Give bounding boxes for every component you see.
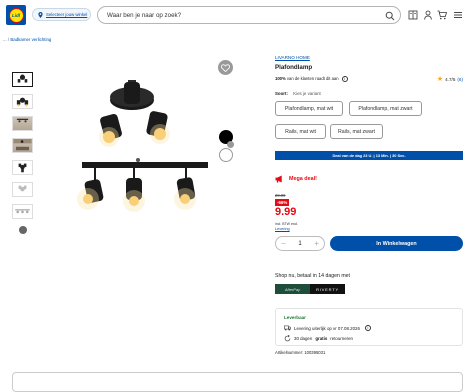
delivery-date-row: Levering uiterlijk op vr 07.08.2026 i [284,325,371,331]
delivery-box: Leverbaar Levering uiterlijk op vr 07.08… [275,308,463,346]
user-icon[interactable] [424,10,432,20]
discount-badge: -66% [275,199,290,206]
sort-label: Soort: [275,91,288,96]
more-thumbnails-icon[interactable] [19,226,27,234]
recommend-percentage: 100% [275,76,286,82]
returns-days: 30 dagen [294,336,313,341]
variant-button[interactable]: Rails, mat zwart [330,124,383,139]
variant-label: Soort: Kies je variant [275,91,321,96]
variant-button[interactable]: Plafondlamp, mat wit [275,101,343,116]
mega-deal-label: Mega deal! [275,175,317,183]
bottom-section [12,372,463,392]
quantity-stepper[interactable]: − 1 + [275,236,325,251]
thumbnail-image[interactable] [12,116,33,131]
rating-value: 4.7/5 [445,76,456,82]
thumbnail-image[interactable] [12,138,33,153]
breadcrumb: ... / Badkamer verlichting [3,37,51,42]
pay-later-text: Shop nu, betaal in 14 dagen met [275,273,350,279]
swatch-indicator [227,141,234,148]
truck-icon [284,325,291,331]
brand-link[interactable]: LIVARNO HOME [275,55,310,60]
info-icon[interactable]: i [364,325,371,331]
returns-row: 30 dagen gratis retourneren [284,335,353,342]
search-icon[interactable] [385,11,395,21]
info-icon[interactable]: i [341,76,348,82]
add-to-cart-button[interactable]: In Winkelwagen [330,236,463,251]
select-store-button[interactable]: Selecteer jouw winkel [32,8,91,21]
favorite-button[interactable] [218,60,233,75]
deal-of-day-banner: Deal van de dag 23 U. | 13 Min. | 30 Sec… [275,151,463,160]
lidl-logo[interactable]: Lidl [6,5,26,25]
minus-icon[interactable]: − [281,239,286,248]
cart-icon[interactable] [437,10,447,20]
select-store-label: Selecteer jouw winkel [46,12,88,17]
product-title: Plafondlamp [275,64,313,71]
thumbnail-image[interactable] [12,94,33,109]
recommend-label: van de klanten raadt dit aan [286,76,339,82]
return-icon [284,335,291,342]
mega-deal-text: Mega deal! [289,176,317,182]
header: Lidl Selecteer jouw winkel [0,0,475,30]
vat-note: incl. BTW excl. [275,222,299,226]
old-price: 29.99 [275,193,286,198]
star-icon: ★ [436,76,444,83]
variant-button[interactable]: Rails, mat wit [275,124,326,139]
breadcrumb-ellipsis[interactable]: ... [3,37,7,42]
article-number: Artikelnummer: 100395031 [275,350,326,355]
quantity-value[interactable]: 1 [298,241,301,247]
breadcrumb-item[interactable]: Badkamer verlichting [10,37,51,42]
afterpay-logo: AfterPay [275,284,310,294]
search-bar[interactable] [97,6,401,24]
location-pin-icon [38,11,43,18]
product-main-image[interactable] [60,60,240,220]
plus-icon[interactable]: + [314,239,319,248]
color-swatch-white[interactable] [219,148,233,162]
thumbnail-list [12,72,34,234]
megaphone-icon [275,175,282,183]
sort-hint: Kies je variant [293,91,321,96]
breadcrumb-separator: / [7,37,10,42]
riverty-logo: RIVERTY [310,284,345,294]
thumbnail-image[interactable] [12,160,33,175]
current-price: 9.99 [275,206,297,218]
thumbnail-image[interactable] [12,204,33,219]
returns-free: gratis [315,336,328,341]
recommendation-text: 100% van de klanten raadt dit aan i [275,76,348,82]
search-input[interactable] [107,9,377,22]
rating[interactable]: ★ 4.7/5 (6) [437,75,463,83]
delivery-date-text: Levering uiterlijk op vr 07.08.2026 [294,325,360,331]
delivery-link[interactable]: Levering [275,227,290,231]
variant-button[interactable]: Plafondlamp, mat zwart [349,101,422,116]
availability-status: Leverbaar [284,315,306,320]
thumbnail-image[interactable] [12,182,33,197]
returns-text: retourneren [330,336,353,341]
logo-text: Lidl [12,12,20,18]
menu-icon[interactable] [453,10,463,20]
heart-icon [221,63,230,72]
rating-count[interactable]: (6) [457,77,463,82]
thumbnail-image[interactable] [12,72,33,87]
brochure-icon[interactable] [408,10,418,20]
payment-logos: AfterPay RIVERTY [275,284,345,294]
